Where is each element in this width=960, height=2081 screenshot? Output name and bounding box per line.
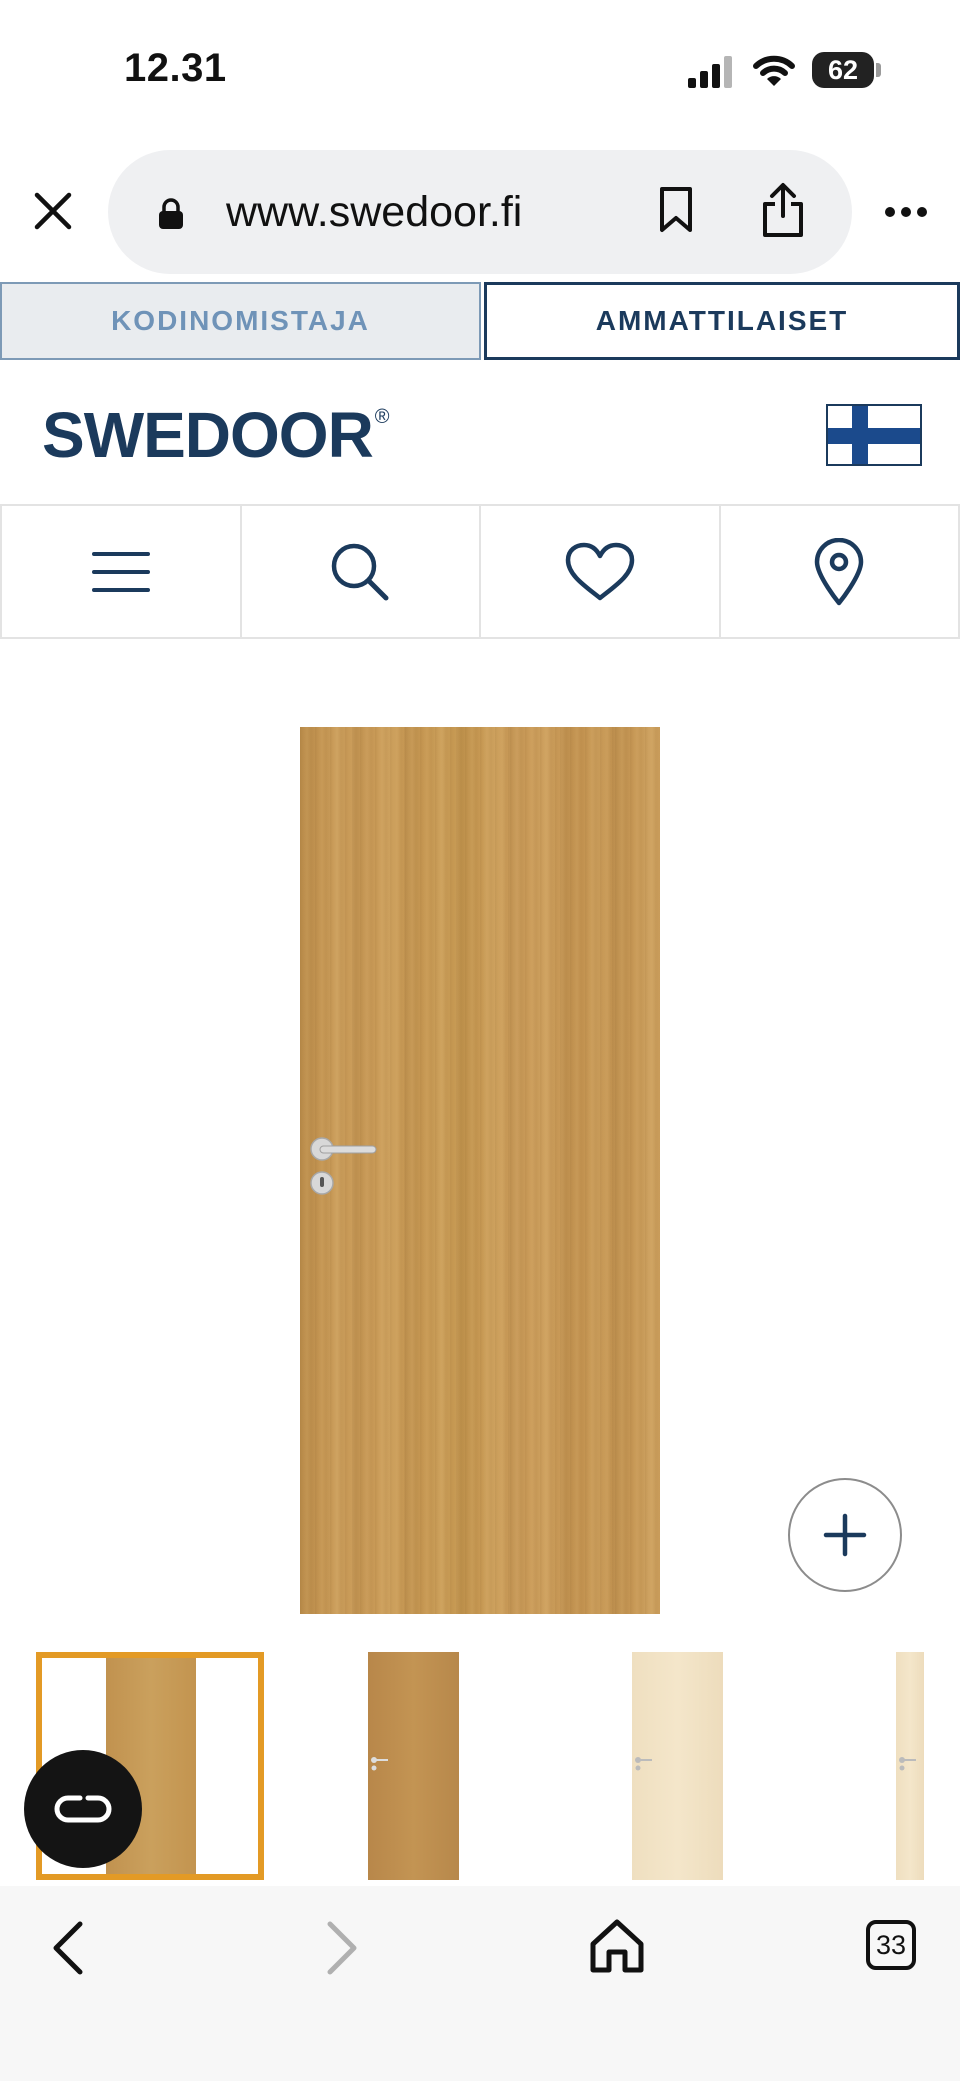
url-text[interactable]: www.swedoor.fi xyxy=(226,188,522,237)
location-pin-icon xyxy=(815,537,864,605)
more-options-icon[interactable] xyxy=(884,206,928,218)
zoom-button[interactable] xyxy=(788,1478,902,1592)
battery-cap xyxy=(876,63,881,77)
favorites-button[interactable] xyxy=(481,506,721,637)
thumb-handle xyxy=(635,1757,652,1771)
thumbnail-birch-partial[interactable] xyxy=(896,1652,924,1880)
tab-professionals[interactable]: AMMATTILAISET xyxy=(484,282,960,360)
registered-mark: ® xyxy=(374,406,390,428)
back-icon[interactable] xyxy=(50,1920,86,1976)
thumbnail-birch[interactable] xyxy=(632,1652,723,1880)
bookmark-icon[interactable] xyxy=(658,186,694,234)
status-time: 12.31 xyxy=(124,46,227,90)
menu-icon xyxy=(91,551,150,592)
heart-icon xyxy=(565,542,634,600)
store-locator-button[interactable] xyxy=(721,506,960,637)
menu-button[interactable] xyxy=(0,506,242,637)
door-handle xyxy=(310,1137,377,1195)
finnish-flag-icon[interactable] xyxy=(826,404,922,466)
nav-bar xyxy=(0,504,960,639)
chat-button[interactable] xyxy=(24,1750,142,1868)
share-icon[interactable] xyxy=(760,182,806,238)
search-icon xyxy=(332,543,389,600)
signal-icon xyxy=(688,56,732,88)
forward-icon[interactable] xyxy=(324,1920,360,1976)
browser-toolbar xyxy=(0,1886,960,2081)
wifi-icon xyxy=(753,55,795,86)
close-icon[interactable] xyxy=(34,192,72,230)
lock-icon xyxy=(159,198,183,229)
thumbnail-oak[interactable] xyxy=(368,1652,459,1880)
chat-icon xyxy=(54,1795,112,1823)
thumb-handle xyxy=(371,1757,388,1771)
home-icon[interactable] xyxy=(588,1918,646,1974)
search-button[interactable] xyxy=(242,506,481,637)
swedoor-logo[interactable]: SWEDOOR ® xyxy=(42,398,390,472)
battery-indicator: 62 xyxy=(812,52,874,88)
logo-text: SWEDOOR xyxy=(42,399,374,471)
tab-homeowner[interactable]: KODINOMISTAJA xyxy=(0,282,481,360)
plus-icon xyxy=(823,1513,867,1557)
thumb-handle xyxy=(899,1757,916,1771)
tabs-button[interactable]: 33 xyxy=(866,1920,916,1970)
product-image-door[interactable] xyxy=(300,727,660,1614)
